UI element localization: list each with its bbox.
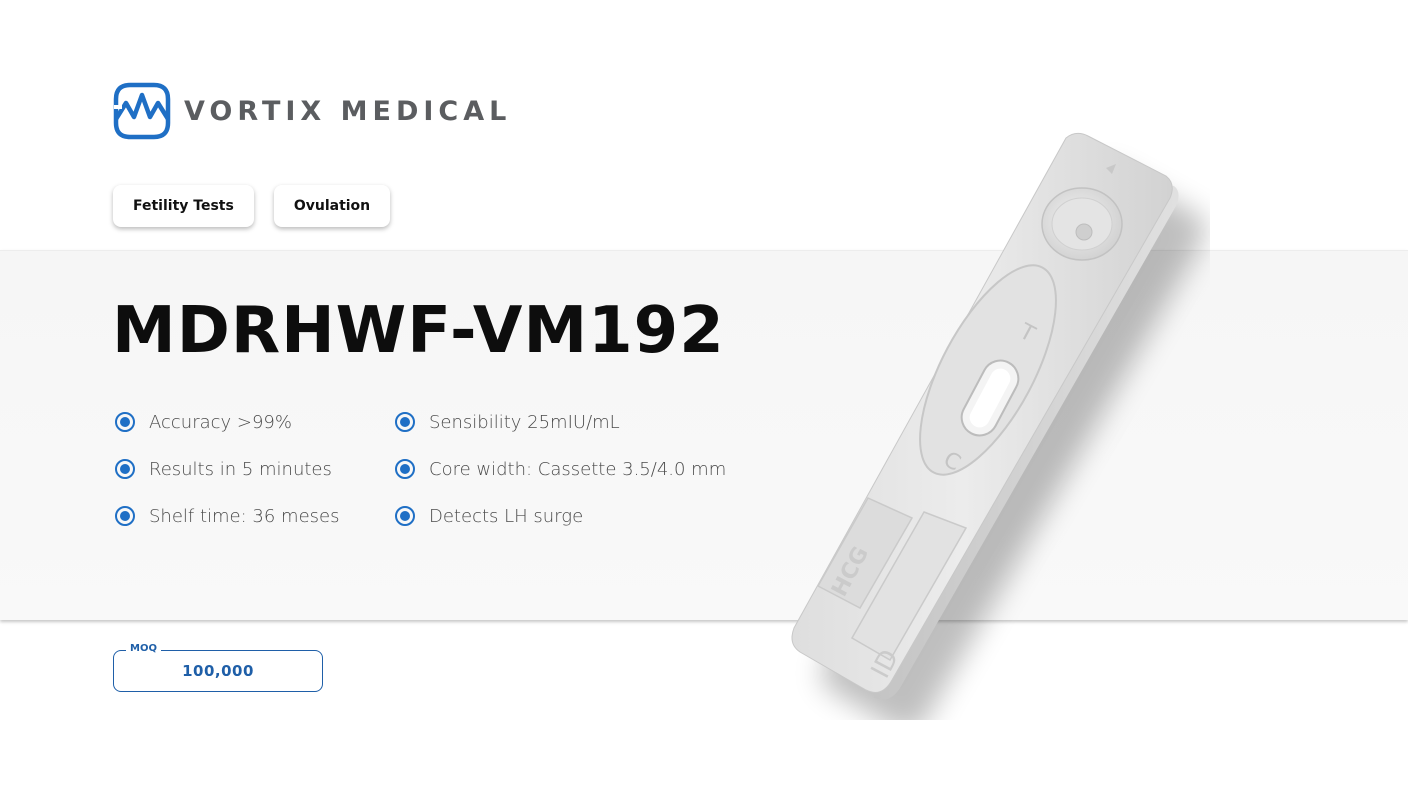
moq-value: 100,000: [182, 662, 254, 680]
feature-item: Results in 5 minutes: [115, 457, 395, 481]
feature-item: Shelf time: 36 meses: [115, 504, 395, 528]
feature-text: Core width: Cassette 3.5/4.0 mm: [429, 458, 727, 480]
feature-item: Core width: Cassette 3.5/4.0 mm: [395, 457, 735, 481]
feature-item: Sensibility 25mIU/mL: [395, 410, 735, 434]
feature-text: Accuracy >99%: [149, 411, 292, 433]
feature-text: Shelf time: 36 meses: [149, 505, 340, 527]
feature-item: Detects LH surge: [395, 504, 735, 528]
feature-item: Accuracy >99%: [115, 410, 395, 434]
test-cassette-image: T C HCG ID: [791, 132, 1207, 720]
vortix-logo-icon: [113, 82, 171, 140]
brand-logo: VORTIX MEDICAL: [112, 80, 511, 142]
bullet-icon: [115, 412, 135, 432]
moq-label: MOQ: [126, 643, 161, 654]
brand-name: VORTIX MEDICAL: [184, 95, 512, 127]
moq-field: MOQ 100,000: [113, 643, 323, 692]
feature-text: Sensibility 25mIU/mL: [429, 411, 620, 433]
product-title: MDRHWF-VM192: [112, 294, 725, 368]
bullet-icon: [115, 506, 135, 526]
tag-fertility-tests[interactable]: Fetility Tests: [113, 185, 254, 227]
category-tags: Fetility Tests Ovulation: [113, 185, 391, 227]
feature-text: Detects LH surge: [429, 505, 584, 527]
feature-text: Results in 5 minutes: [149, 458, 332, 480]
tag-ovulation[interactable]: Ovulation: [273, 185, 391, 227]
bullet-icon: [395, 459, 415, 479]
bullet-icon: [115, 459, 135, 479]
bullet-icon: [395, 506, 415, 526]
bullet-icon: [395, 412, 415, 432]
feature-list: Accuracy >99% Sensibility 25mIU/mL Resul…: [115, 410, 755, 528]
